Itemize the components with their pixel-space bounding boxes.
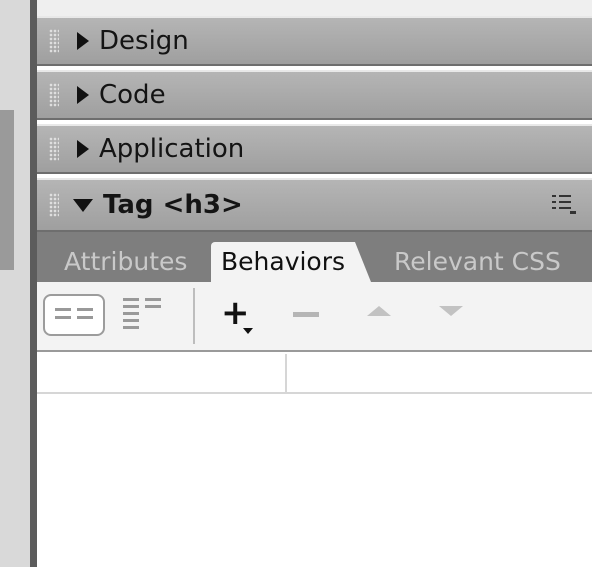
collapsed-arrow-icon[interactable] bbox=[77, 86, 89, 104]
panel-title-code: Code bbox=[99, 80, 166, 110]
panel-title-application: Application bbox=[99, 134, 245, 164]
plus-icon: + bbox=[221, 293, 250, 333]
panel-header-tag[interactable]: Tag <h3> bbox=[37, 178, 592, 232]
tab-behaviors[interactable]: Behaviors bbox=[211, 242, 372, 282]
left-chrome-shade bbox=[0, 110, 14, 270]
remove-behavior-button[interactable] bbox=[293, 312, 319, 317]
expanded-arrow-icon[interactable] bbox=[73, 198, 93, 212]
grip-icon[interactable] bbox=[49, 193, 59, 217]
left-chrome-edge[interactable] bbox=[30, 0, 37, 567]
dropdown-caret-icon bbox=[243, 328, 253, 334]
behaviors-list-header bbox=[37, 354, 592, 394]
panel-header-design[interactable]: Design bbox=[37, 16, 592, 66]
move-event-up-button[interactable] bbox=[367, 306, 391, 316]
panel-header-application[interactable]: Application bbox=[37, 124, 592, 174]
move-event-down-button[interactable] bbox=[439, 306, 463, 316]
tab-relevant-css[interactable]: Relevant CSS bbox=[384, 242, 571, 282]
panel-title-design: Design bbox=[99, 26, 189, 56]
grip-icon[interactable] bbox=[49, 83, 59, 107]
left-chrome bbox=[0, 0, 37, 567]
panel-options-menu-icon[interactable] bbox=[552, 192, 578, 216]
behaviors-list[interactable] bbox=[37, 354, 592, 567]
panel-title-tag: Tag <h3> bbox=[103, 190, 243, 220]
add-behavior-button[interactable]: + bbox=[221, 296, 261, 336]
show-set-events-button[interactable] bbox=[43, 294, 105, 336]
panel-header-code[interactable]: Code bbox=[37, 70, 592, 120]
grip-icon[interactable] bbox=[49, 137, 59, 161]
grip-icon[interactable] bbox=[49, 29, 59, 53]
collapsed-arrow-icon[interactable] bbox=[77, 32, 89, 50]
tab-attributes[interactable]: Attributes bbox=[54, 242, 197, 282]
show-all-events-button[interactable] bbox=[121, 294, 169, 338]
top-strip bbox=[37, 0, 592, 16]
behaviors-toolbar: + bbox=[37, 282, 592, 352]
actions-column-header[interactable] bbox=[289, 354, 592, 394]
tag-panel-tabs: Attributes Behaviors Relevant CSS bbox=[37, 232, 592, 282]
toolbar-divider bbox=[193, 288, 195, 344]
events-column-header[interactable] bbox=[37, 354, 287, 394]
collapsed-arrow-icon[interactable] bbox=[77, 140, 89, 158]
